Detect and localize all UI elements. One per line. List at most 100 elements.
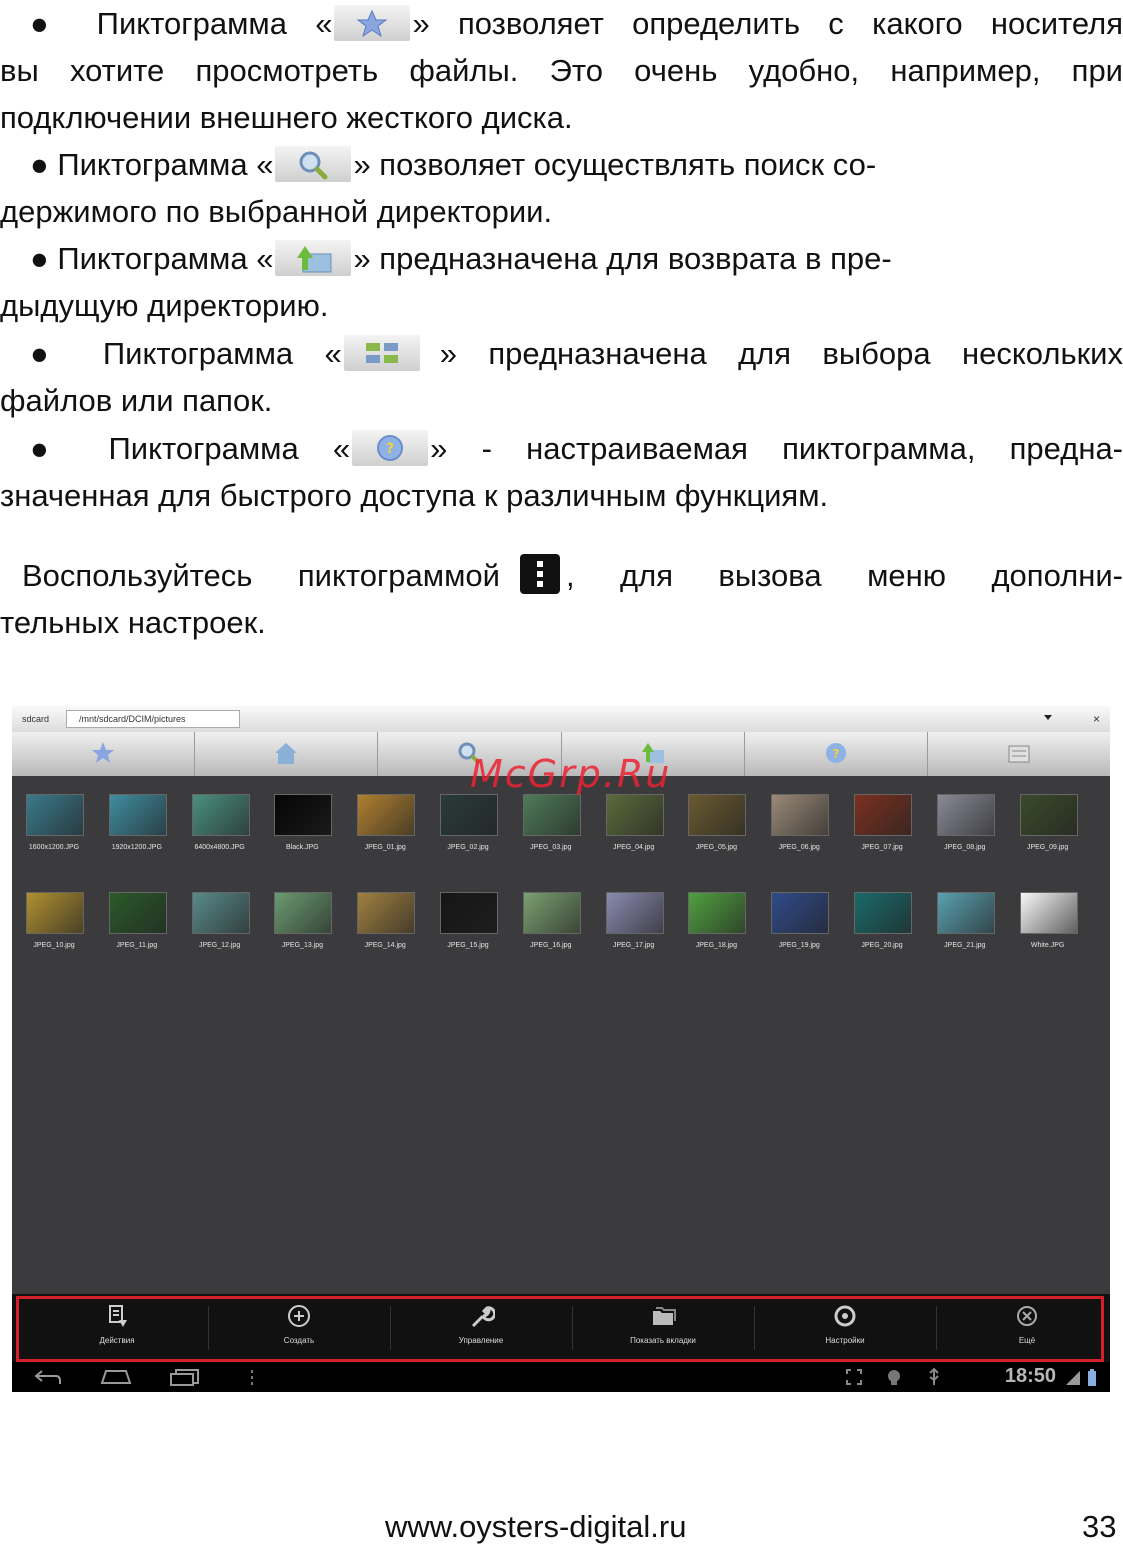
star-icon [334, 4, 411, 41]
file-name: JPEG_08.jpg [944, 844, 986, 851]
paragraph-overflow-menu: Воспользуйтесь пиктограммой , для вызова … [0, 552, 1123, 646]
file-name: JPEG_19.jpg [778, 942, 820, 949]
watermark: McGrp.Ru [470, 752, 672, 796]
file-thumbnail [108, 892, 167, 934]
text: » - настраиваемая пиктограмма, предна- [430, 431, 1123, 466]
action-add-circle[interactable]: Создать [214, 1302, 384, 1358]
file-name: JPEG_21.jpg [944, 942, 986, 949]
text: ● Пиктограмма « [30, 336, 342, 371]
add-circle-icon [288, 1305, 310, 1327]
action-divider [208, 1306, 209, 1350]
path-field[interactable]: /mnt/sdcard/DCIM/pictures [66, 710, 240, 728]
action-divider [754, 1306, 755, 1350]
home-label[interactable]: sdcard [22, 706, 49, 732]
file-name: White.JPG [1030, 942, 1065, 949]
file-name: JPEG_15.jpg [447, 942, 489, 949]
file-thumbnail [26, 794, 84, 836]
action-more-circle[interactable]: Ещё [942, 1302, 1110, 1358]
clock: 18:50 [1004, 1365, 1056, 1387]
dropdown-icon[interactable] [1044, 715, 1052, 720]
file-name: JPEG_18.jpg [695, 942, 738, 949]
action-actions[interactable]: Действия [32, 1302, 202, 1358]
toolbar-custom-button[interactable]: ? [745, 732, 928, 776]
file-thumbnail [936, 892, 995, 934]
file-name: JPEG_12.jpg [198, 942, 241, 949]
file-thumbnail [26, 892, 84, 934]
help-circle-icon: ? [825, 743, 846, 763]
file-name: JPEG_17.jpg [612, 942, 655, 949]
file-thumbnail [771, 794, 830, 836]
folder-up-icon [275, 239, 352, 276]
action-settings[interactable]: Настройки [760, 1302, 930, 1358]
file-name: JPEG_14.jpg [364, 942, 406, 949]
folders-icon [653, 1307, 676, 1325]
page-number: 33 [1082, 1509, 1117, 1544]
settings-icon [834, 1305, 856, 1327]
help-circle-icon: ? [352, 429, 429, 466]
text: ● Пиктограмма « [30, 431, 351, 466]
file-name: 1600x1200.JPG [28, 844, 80, 851]
footer-url: www.oysters-digital.ru [385, 1509, 687, 1544]
overflow-menu-icon [519, 553, 560, 594]
wifi-icon [1066, 1371, 1080, 1385]
toolbar-star-button[interactable] [12, 732, 196, 776]
file-thumbnail [688, 892, 747, 934]
action-wrench[interactable]: Управление [396, 1302, 566, 1358]
wrench-icon [471, 1306, 495, 1328]
home-icon [275, 743, 298, 764]
overflow-menu-icon[interactable] [248, 1367, 256, 1387]
more-circle-icon [1017, 1306, 1037, 1326]
paragraph-multi-select: ● Пиктограмма « » предназначена для выбор… [0, 330, 1123, 424]
action-label: Управление [458, 1336, 504, 1345]
file-thumbnail [605, 892, 664, 934]
file-thumbnail [522, 892, 581, 934]
file-thumbnail [191, 892, 250, 934]
system-bar: 18:50 [12, 1362, 1110, 1392]
file-name: JPEG_09.jpg [1026, 844, 1069, 851]
svg-text:?: ? [386, 441, 394, 457]
file-thumbnail [1019, 892, 1078, 934]
text: » предназначена для выбора нескольких [439, 336, 1123, 371]
text: держимого по выбранной директории. [0, 194, 553, 229]
action-label: Действия [99, 1336, 135, 1345]
file-name: JPEG_03.jpg [530, 844, 572, 851]
back-icon[interactable] [32, 1367, 64, 1387]
action-folders[interactable]: Показать вкладки [578, 1302, 748, 1358]
close-icon[interactable]: × [1093, 706, 1100, 732]
text: тельных настроек. [0, 605, 266, 640]
text: значенная для быстрого доступа к различн… [0, 478, 829, 513]
action-divider [936, 1306, 937, 1350]
svg-text:?: ? [832, 747, 839, 761]
action-label: Настройки [825, 1336, 865, 1345]
star-icon [92, 742, 115, 763]
file-thumbnail [936, 794, 995, 836]
file-thumbnail [1019, 794, 1078, 836]
multi-select-icon [343, 334, 420, 371]
file-name: JPEG_07.jpg [861, 844, 903, 851]
actions-icon [109, 1305, 127, 1327]
text: вы хотите просмотреть файлы. Это очень у… [0, 53, 1123, 88]
toolbar-home-button[interactable] [195, 732, 379, 776]
file-name: JPEG_10.jpg [33, 942, 75, 949]
toolbar-multiselect-button[interactable] [928, 732, 1110, 776]
file-name: JPEG_05.jpg [695, 844, 738, 851]
file-thumbnail [854, 892, 912, 934]
home-nav-icon[interactable] [98, 1367, 134, 1387]
address-bar: sdcard /mnt/sdcard/DCIM/pictures × [12, 706, 1110, 732]
paragraph-media-selector: ● Пиктограмма « » позволяет определить с … [0, 0, 1123, 141]
multi-select-icon [1008, 745, 1030, 763]
file-thumbnail [274, 892, 333, 934]
file-manager-screenshot: sdcard /mnt/sdcard/DCIM/pictures × ? 160… [12, 706, 1110, 1392]
file-name: JPEG_13.jpg [281, 942, 324, 949]
action-label: Создать [283, 1336, 315, 1345]
paragraph-search: ● Пиктограмма « » позволяет осуществлять … [0, 141, 1123, 235]
file-thumbnail [522, 794, 581, 836]
file-name: JPEG_04.jpg [612, 844, 655, 851]
file-name: JPEG_02.jpg [447, 844, 489, 851]
paragraph-folder-up: ● Пиктограмма « » предназначена для возвр… [0, 235, 1123, 329]
battery-icon [1088, 1369, 1096, 1386]
text: , для вызова меню дополни- [565, 558, 1123, 593]
usb-icon [929, 1367, 939, 1385]
action-label: Ещё [1018, 1336, 1036, 1345]
recent-apps-icon[interactable] [168, 1367, 202, 1387]
